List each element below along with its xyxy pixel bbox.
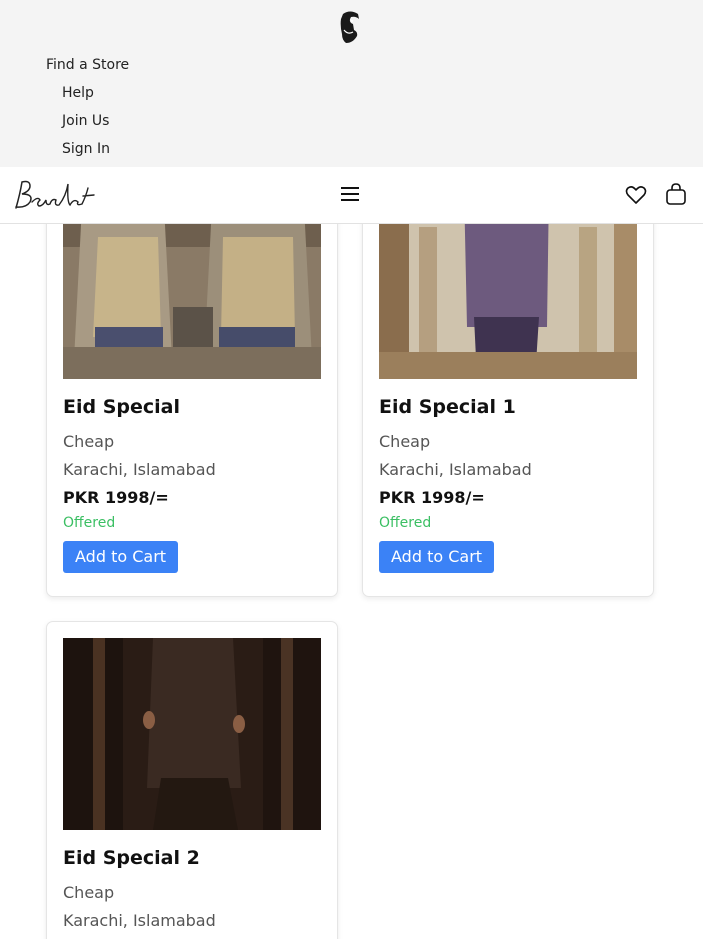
brand-face-icon (340, 11, 359, 43)
product-title[interactable]: Eid Special (63, 396, 180, 418)
brand-logo[interactable] (10, 176, 96, 216)
product-image[interactable] (63, 638, 321, 830)
add-to-cart-button[interactable]: Add to Cart (379, 541, 495, 573)
top-bar: Find a Store Help Join Us Sign In (0, 0, 703, 167)
product-grid: Eid Special Cheap Karachi, Islamabad PKR… (0, 224, 703, 939)
product-image[interactable] (379, 224, 637, 379)
product-title[interactable]: Eid Special 1 (379, 396, 516, 418)
help-link[interactable]: Help (46, 84, 129, 112)
product-image[interactable] (63, 224, 321, 379)
product-locations: Karachi, Islamabad (379, 460, 532, 479)
product-locations: Karachi, Islamabad (63, 460, 216, 479)
sign-in-link[interactable]: Sign In (46, 140, 129, 168)
product-price: PKR 1998/= (63, 488, 169, 507)
main-navbar (0, 167, 703, 224)
product-price: PKR 1998/= (379, 488, 485, 507)
menu-icon[interactable] (340, 185, 360, 203)
top-links: Find a Store Help Join Us Sign In (46, 56, 129, 168)
product-card: Eid Special 2 Cheap Karachi, Islamabad (46, 621, 338, 939)
find-a-store-link[interactable]: Find a Store (46, 56, 129, 84)
offer-status: Offered (63, 515, 116, 531)
product-title[interactable]: Eid Special 2 (63, 847, 200, 869)
product-card: Eid Special Cheap Karachi, Islamabad PKR… (46, 224, 338, 597)
product-tag: Cheap (63, 432, 115, 451)
shopping-bag-icon[interactable] (665, 182, 687, 206)
add-to-cart-button[interactable]: Add to Cart (63, 541, 179, 573)
product-tag: Cheap (63, 883, 115, 902)
product-tag: Cheap (379, 432, 431, 451)
join-us-link[interactable]: Join Us (46, 112, 129, 140)
product-card: Eid Special 1 Cheap Karachi, Islamabad P… (362, 224, 654, 597)
heart-icon[interactable] (625, 184, 647, 206)
offer-status: Offered (379, 515, 432, 531)
product-locations: Karachi, Islamabad (63, 911, 216, 930)
